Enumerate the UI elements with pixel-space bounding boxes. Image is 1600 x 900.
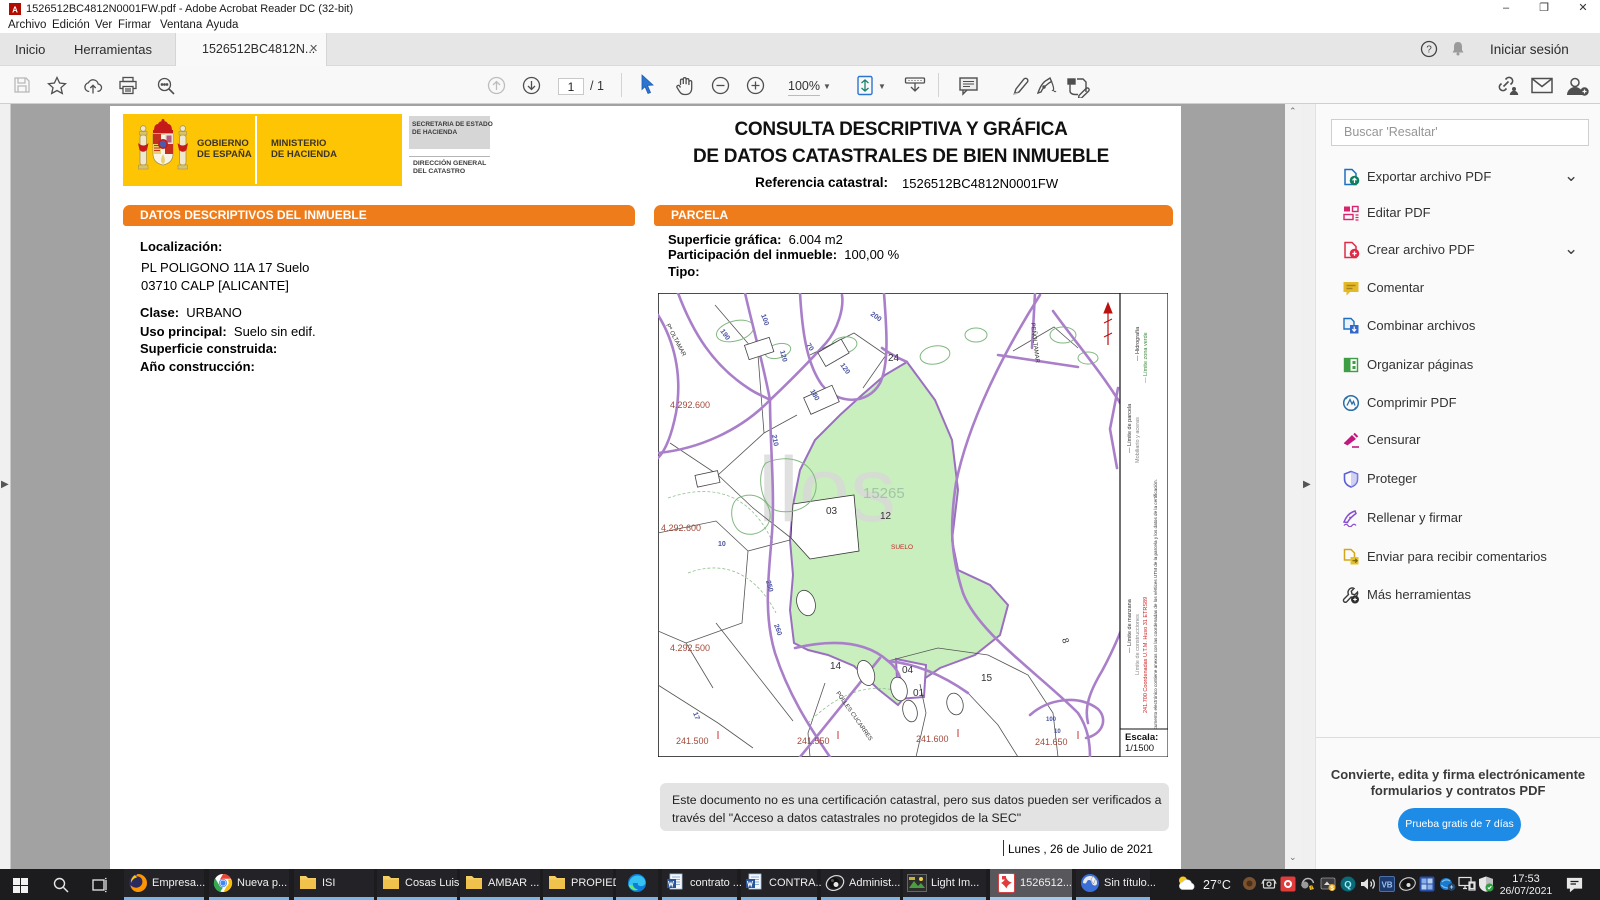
svg-text:24: 24	[888, 353, 900, 364]
svg-text:01: 01	[913, 688, 925, 699]
svg-text:241.650: 241.650	[1035, 737, 1068, 747]
svg-text:?: ?	[1426, 45, 1432, 56]
svg-text:A: A	[12, 6, 18, 15]
svg-text:241.700 Coordenadas U.T.M. Hus: 241.700 Coordenadas U.T.M. Huso 31 ETRS8…	[1143, 597, 1149, 713]
svg-text:Q: Q	[1344, 880, 1351, 891]
svg-text:— Límite de parcela: — Límite de parcela	[1127, 403, 1133, 453]
svg-text:Este documento electrónico con: Este documento electrónico contiene anex…	[1153, 479, 1158, 745]
svg-text:Límite de construcciones: Límite de construcciones	[1135, 614, 1141, 675]
svg-text:!: !	[1311, 885, 1312, 891]
svg-text:10: 10	[1054, 729, 1061, 735]
svg-text:1/1500: 1/1500	[1125, 743, 1154, 754]
svg-text:241.550: 241.550	[797, 736, 830, 746]
svg-text:$: $	[1330, 885, 1334, 892]
svg-text:03: 03	[826, 506, 838, 517]
svg-text:4.292.600: 4.292.600	[670, 400, 710, 410]
svg-text:4.292.500: 4.292.500	[670, 643, 710, 653]
svg-text:15265: 15265	[863, 485, 905, 502]
svg-text:— Límite zona verde: — Límite zona verde	[1143, 332, 1149, 383]
svg-text:10: 10	[718, 541, 726, 548]
svg-text:15: 15	[981, 673, 993, 684]
svg-text:— Hidrografía: — Hidrografía	[1135, 326, 1141, 361]
svg-text:SUELO: SUELO	[891, 544, 913, 551]
svg-text:Escala:: Escala:	[1125, 732, 1158, 743]
svg-text:VB: VB	[1381, 881, 1392, 890]
svg-text:— Límite de manzana: — Límite de manzana	[1127, 598, 1133, 653]
svg-text:14: 14	[830, 661, 842, 672]
svg-text:241.500: 241.500	[676, 736, 709, 746]
svg-text:Mobiliario y aceras: Mobiliario y aceras	[1135, 417, 1141, 463]
svg-text:241.600: 241.600	[916, 734, 949, 744]
svg-text:4.292.600: 4.292.600	[661, 523, 701, 533]
svg-text:12: 12	[880, 511, 892, 522]
svg-text:100: 100	[1046, 717, 1057, 723]
svg-text:04: 04	[902, 665, 914, 676]
